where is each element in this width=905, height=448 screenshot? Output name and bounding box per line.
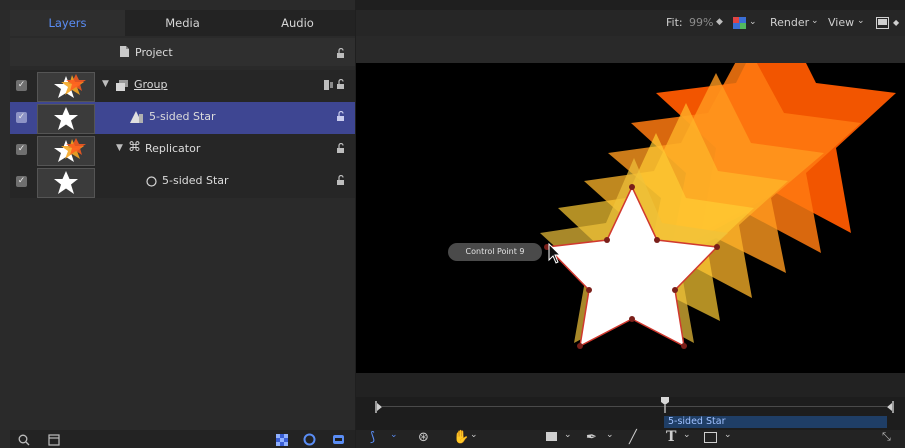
canvas-artwork xyxy=(540,63,896,349)
text-tool-icon[interactable]: T xyxy=(666,429,676,445)
layout-icon[interactable] xyxy=(876,17,889,29)
layer-enable-checkbox[interactable]: ✓ xyxy=(16,144,27,155)
canvas-footer xyxy=(356,373,905,397)
layer-row-group[interactable]: ✓ ▼ Group xyxy=(10,70,355,102)
color-channels-icon[interactable] xyxy=(733,17,746,29)
chevron-down-icon[interactable]: ⌄ xyxy=(857,16,865,26)
layer-label: Replicator xyxy=(145,142,201,155)
layer-thumbnail xyxy=(37,104,95,134)
disclosure-triangle-icon[interactable]: ▼ xyxy=(116,143,123,153)
tab-media[interactable]: Media xyxy=(125,10,240,36)
disclosure-triangle-icon[interactable]: ▼ xyxy=(102,79,109,89)
panel-tabs: Layers Media Audio xyxy=(10,10,355,36)
chevron-down-icon[interactable]: ⌄ xyxy=(683,430,691,440)
chevron-down-icon[interactable]: ⌄ xyxy=(811,16,819,26)
layer-label: Group xyxy=(134,78,168,91)
mask-tool-icon[interactable] xyxy=(704,432,717,443)
timeline-track[interactable] xyxy=(382,406,887,407)
layer-enable-checkbox[interactable]: ✓ xyxy=(16,80,27,91)
mask-icon[interactable] xyxy=(303,433,316,446)
layer-label: 5-sided Star xyxy=(149,110,216,123)
project-row[interactable]: Project xyxy=(10,38,355,66)
layer-thumbnail xyxy=(37,168,95,198)
lock-icon[interactable] xyxy=(337,175,347,185)
layers-panel: Layers Media Audio Project ✓ ▼ Group ✓ 5… xyxy=(0,0,355,448)
viewer-toolbar: Fit: 99% ◆ ⌄ Render ⌄ View ⌄ ◆ xyxy=(356,10,905,36)
updown-chevron-icon[interactable]: ◆ xyxy=(716,17,723,27)
render-menu[interactable]: Render xyxy=(770,16,809,29)
lock-icon[interactable] xyxy=(337,143,347,153)
lock-icon[interactable] xyxy=(337,48,347,58)
playhead-icon[interactable] xyxy=(661,397,669,413)
3d-rotate-tool-icon[interactable]: ⊛ xyxy=(418,430,429,445)
chevron-down-icon[interactable]: ⌄ xyxy=(606,430,614,440)
play-range-end-icon[interactable] xyxy=(886,401,894,413)
circle-icon xyxy=(146,176,157,187)
updown-chevron-icon[interactable]: ◆ xyxy=(893,18,899,27)
control-point-tooltip: Control Point 9 xyxy=(448,243,542,261)
view-menu[interactable]: View xyxy=(828,16,854,29)
layer-label: 5-sided Star xyxy=(162,174,229,187)
layer-enable-checkbox[interactable]: ✓ xyxy=(16,176,27,187)
checkerboard-icon[interactable] xyxy=(276,434,288,446)
layer-thumbnail xyxy=(37,72,95,102)
layer-options-icon[interactable] xyxy=(324,80,333,90)
transform-tool-icon[interactable]: ⟆ xyxy=(370,430,375,445)
canvas-tools-bar: ⟆ ⌄ ⊛ ✋ ⌄ ⌄ ✒ ⌄ ╱ T ⌄ ⌄ ⤡ xyxy=(356,429,905,448)
chevron-down-icon[interactable]: ⌄ xyxy=(724,430,732,440)
layer-row-replicator[interactable]: ✓ ▼ ⌘ Replicator xyxy=(10,134,355,166)
layer-row-5-sided-star-selected[interactable]: ✓ 5-sided Star xyxy=(10,102,355,134)
shape-layer-icon xyxy=(130,111,143,123)
rectangle-tool-icon[interactable] xyxy=(546,432,557,441)
search-icon[interactable] xyxy=(18,434,30,446)
chevron-down-icon[interactable]: ⌄ xyxy=(749,17,757,27)
paint-stroke-icon[interactable]: ╱ xyxy=(629,430,637,445)
fit-value-dropdown[interactable]: 99% xyxy=(689,16,713,29)
chevron-down-icon[interactable]: ⌄ xyxy=(564,430,572,440)
expand-icon[interactable]: ⤡ xyxy=(882,430,891,444)
canvas[interactable] xyxy=(356,63,905,373)
add-layer-icon[interactable] xyxy=(48,434,60,446)
pan-hand-icon[interactable]: ✋ xyxy=(453,430,469,445)
tab-audio[interactable]: Audio xyxy=(240,10,355,36)
timeline-clip-label: 5-sided Star xyxy=(668,416,726,427)
group-icon xyxy=(116,80,128,91)
tab-layers[interactable]: Layers xyxy=(10,10,125,36)
project-label: Project xyxy=(135,46,173,59)
lock-icon[interactable] xyxy=(337,79,347,89)
replicator-icon: ⌘ xyxy=(128,140,141,155)
bezier-pen-icon[interactable]: ✒ xyxy=(586,430,597,445)
play-range-start-icon[interactable] xyxy=(375,401,383,413)
layer-thumbnail xyxy=(37,136,95,166)
chevron-down-icon[interactable]: ⌄ xyxy=(470,430,478,440)
mini-timeline[interactable]: 5-sided Star xyxy=(356,397,905,430)
chevron-down-icon[interactable]: ⌄ xyxy=(390,430,398,440)
lock-icon[interactable] xyxy=(337,111,347,121)
layer-enable-checkbox[interactable]: ✓ xyxy=(16,112,27,123)
document-icon xyxy=(120,46,129,57)
layers-bottom-bar xyxy=(10,430,355,448)
layer-row-5-sided-star-cell[interactable]: ✓ 5-sided Star xyxy=(10,166,355,198)
viewer-subbar xyxy=(356,36,905,63)
fit-label: Fit: xyxy=(666,16,683,29)
filter-icon[interactable] xyxy=(332,433,345,446)
